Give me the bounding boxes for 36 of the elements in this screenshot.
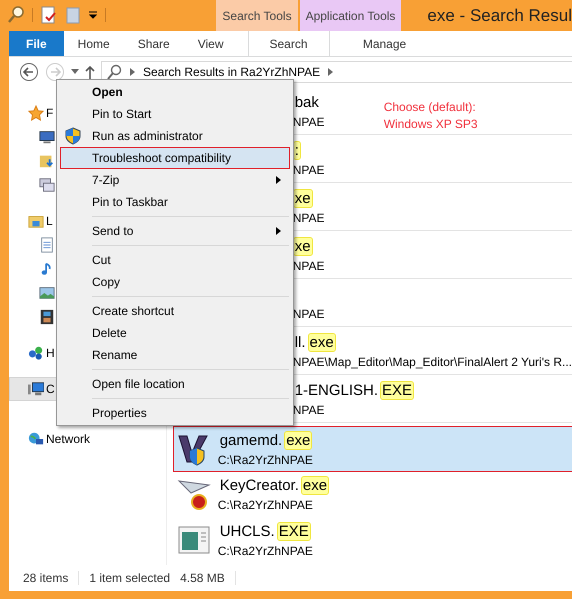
search-match: exe (284, 430, 312, 450)
search-match: exe (300, 476, 330, 494)
search-match: EXE (380, 380, 414, 400)
search-match: exe (308, 332, 336, 352)
annotation-note: Choose (default): Windows XP SP3 (384, 99, 478, 133)
file-path: NPAE (292, 306, 324, 320)
search-match: xe (292, 236, 313, 256)
file-path: C:\Ra2YrZhNPAE (218, 452, 313, 466)
selection-size: 4.58 MB (180, 571, 225, 585)
file-name: bak (294, 92, 320, 112)
address-path: Search Results in Ra2YrZhNPAE (143, 65, 320, 79)
nav-label: H (46, 346, 55, 360)
nav-label: F (46, 106, 54, 120)
window-title: exe - Search Resul (427, 5, 572, 26)
file-path: NPAE\Map_Editor\Map_Editor\FinalAlert 2 Yuri's R... (292, 354, 572, 368)
search-match: xe (292, 188, 313, 208)
item-count: 28 items (23, 571, 68, 585)
file-name: UHCLS. (218, 522, 276, 540)
file-path: NPAE (292, 258, 324, 272)
file-name: gamemd. (218, 430, 284, 450)
nav-label: L (46, 214, 53, 228)
file-path: NPAE (292, 210, 324, 224)
nav-label: Network (46, 432, 90, 446)
selection-info: 1 item selected (89, 571, 170, 585)
search-match: EXE (276, 522, 311, 540)
file-path: NPAE (292, 402, 326, 416)
file-name: ll. (294, 332, 307, 352)
file-path: C:\Ra2YrZhNPAE (218, 544, 313, 558)
file-path: NPAE (292, 114, 324, 128)
nav-label: C (46, 382, 55, 396)
file-name: KeyCreator. (218, 476, 300, 494)
contextual-tab-group: Search Tools (216, 0, 298, 31)
file-path: NPAE (292, 162, 324, 176)
file-name: 1-ENGLISH. (294, 380, 380, 400)
file-path: C:\Ra2YrZhNPAE (218, 498, 314, 512)
contextual-tab-group: Application Tools (300, 0, 402, 31)
